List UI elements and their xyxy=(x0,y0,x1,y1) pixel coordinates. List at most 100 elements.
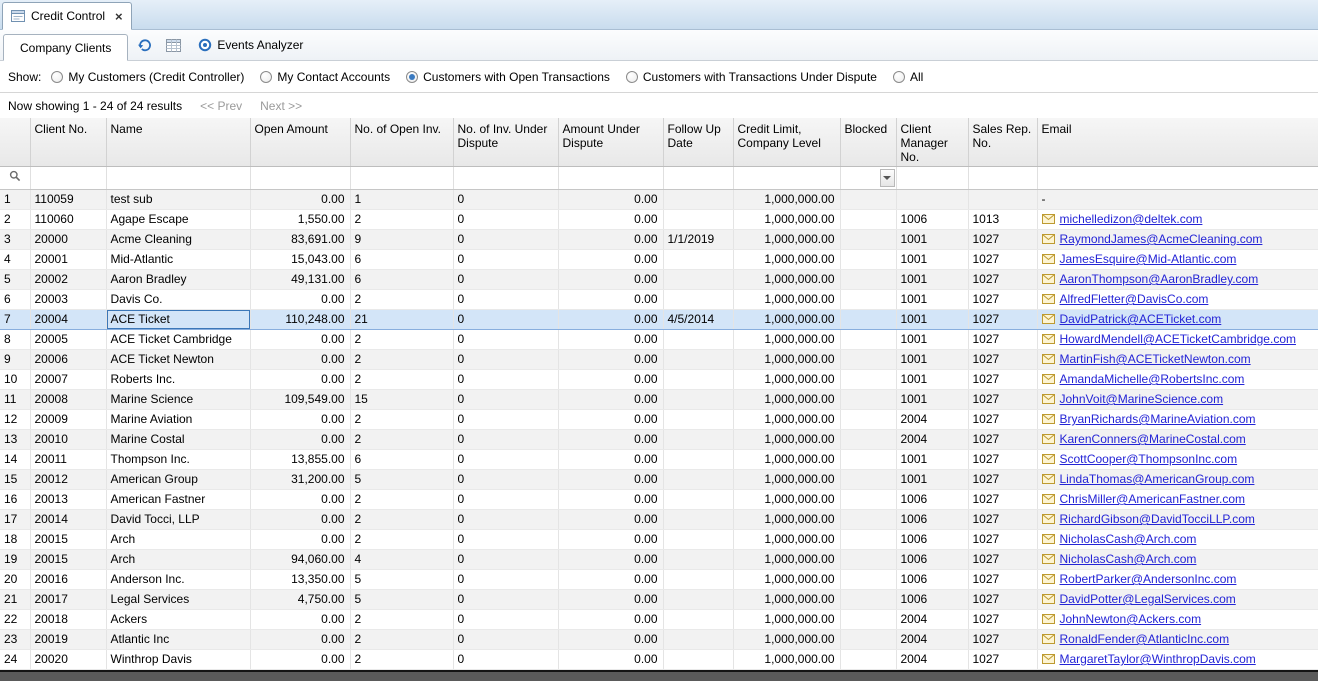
col-header-email[interactable]: Email xyxy=(1037,118,1318,166)
table-row[interactable]: 4 20001 Mid-Atlantic 15,043.00 6 0 0.00 … xyxy=(0,249,1318,269)
filter-inv-under-dispute[interactable] xyxy=(453,166,558,189)
cell-amount-under-dispute: 0.00 xyxy=(558,649,663,669)
email-link[interactable]: NicholasCash@Arch.com xyxy=(1060,552,1197,566)
table-row[interactable]: 17 20014 David Tocci, LLP 0.00 2 0 0.00 … xyxy=(0,509,1318,529)
col-header-client-manager-no[interactable]: Client Manager No. xyxy=(896,118,968,166)
envelope-icon xyxy=(1042,254,1055,264)
prev-link[interactable]: << Prev xyxy=(200,99,242,113)
col-header-credit-limit[interactable]: Credit Limit, Company Level xyxy=(733,118,840,166)
email-link[interactable]: michelledizon@deltek.com xyxy=(1060,212,1203,226)
filter-follow-up-date[interactable] xyxy=(663,166,733,189)
table-row[interactable]: 23 20019 Atlantic Inc 0.00 2 0 0.00 1,00… xyxy=(0,629,1318,649)
cell-open-amount: 0.00 xyxy=(250,529,350,549)
filter-blocked-dropdown[interactable] xyxy=(840,166,896,189)
email-link[interactable]: JohnVoit@MarineScience.com xyxy=(1060,392,1224,406)
email-link[interactable]: AlfredFletter@DavisCo.com xyxy=(1060,292,1209,306)
email-link[interactable]: RichardGibson@DavidTocciLLP.com xyxy=(1060,512,1255,526)
table-row[interactable]: 19 20015 Arch 94,060.00 4 0 0.00 1,000,0… xyxy=(0,549,1318,569)
table-row[interactable]: 13 20010 Marine Costal 0.00 2 0 0.00 1,0… xyxy=(0,429,1318,449)
grid-view-button[interactable] xyxy=(162,34,184,56)
table-row[interactable]: 11 20008 Marine Science 109,549.00 15 0 … xyxy=(0,389,1318,409)
table-row[interactable]: 1 110059 test sub 0.00 1 0 0.00 1,000,00… xyxy=(0,189,1318,209)
cell-follow-up-date xyxy=(663,209,733,229)
radio-option-3[interactable]: Customers with Transactions Under Disput… xyxy=(626,70,877,84)
table-row[interactable]: 21 20017 Legal Services 4,750.00 5 0 0.0… xyxy=(0,589,1318,609)
filter-client-no[interactable] xyxy=(30,166,106,189)
events-analyzer-label: Events Analyzer xyxy=(217,38,303,52)
filter-name[interactable] xyxy=(106,166,250,189)
cell-name: Thompson Inc. xyxy=(106,449,250,469)
email-link[interactable]: - xyxy=(1042,192,1046,206)
col-header-client-no[interactable]: Client No. xyxy=(30,118,106,166)
table-row[interactable]: 18 20015 Arch 0.00 2 0 0.00 1,000,000.00… xyxy=(0,529,1318,549)
email-link[interactable]: NicholasCash@Arch.com xyxy=(1060,532,1197,546)
email-link[interactable]: AmandaMichelle@RobertsInc.com xyxy=(1060,372,1245,386)
tab-company-clients[interactable]: Company Clients xyxy=(3,34,128,61)
table-row[interactable]: 24 20020 Winthrop Davis 0.00 2 0 0.00 1,… xyxy=(0,649,1318,669)
table-row[interactable]: 15 20012 American Group 31,200.00 5 0 0.… xyxy=(0,469,1318,489)
email-link[interactable]: HowardMendell@ACETicketCambridge.com xyxy=(1060,332,1296,346)
col-header-amount-under-dispute[interactable]: Amount Under Dispute xyxy=(558,118,663,166)
email-link[interactable]: BryanRichards@MarineAviation.com xyxy=(1060,412,1256,426)
filter-amount-under-dispute[interactable] xyxy=(558,166,663,189)
filter-credit-limit[interactable] xyxy=(733,166,840,189)
filter-sales-rep-no[interactable] xyxy=(968,166,1037,189)
table-row[interactable]: 7 20004 ACE Ticket 110,248.00 21 0 0.00 … xyxy=(0,309,1318,329)
col-header-blocked[interactable]: Blocked xyxy=(840,118,896,166)
email-link[interactable]: RaymondJames@AcmeCleaning.com xyxy=(1060,232,1263,246)
radio-option-0[interactable]: My Customers (Credit Controller) xyxy=(51,70,244,84)
cell-sales-rep-no: 1027 xyxy=(968,529,1037,549)
radio-option-1[interactable]: My Contact Accounts xyxy=(260,70,390,84)
email-link[interactable]: DavidPatrick@ACETicket.com xyxy=(1060,312,1222,326)
filter-email[interactable] xyxy=(1037,166,1318,189)
table-row[interactable]: 16 20013 American Fastner 0.00 2 0 0.00 … xyxy=(0,489,1318,509)
cell-sales-rep-no: 1027 xyxy=(968,369,1037,389)
cell-sales-rep-no: 1027 xyxy=(968,609,1037,629)
col-header-inv-under-dispute[interactable]: No. of Inv. Under Dispute xyxy=(453,118,558,166)
events-analyzer-button[interactable]: Events Analyzer xyxy=(192,36,309,54)
email-link[interactable]: KarenConners@MarineCostal.com xyxy=(1060,432,1246,446)
email-link[interactable]: ScottCooper@ThompsonInc.com xyxy=(1060,452,1238,466)
cell-open-inv: 6 xyxy=(350,269,453,289)
refresh-button[interactable] xyxy=(134,34,156,56)
search-button[interactable] xyxy=(0,166,30,189)
table-row[interactable]: 5 20002 Aaron Bradley 49,131.00 6 0 0.00… xyxy=(0,269,1318,289)
tab-credit-control[interactable]: Credit Control × xyxy=(2,2,132,30)
email-link[interactable]: DavidPotter@LegalServices.com xyxy=(1060,592,1236,606)
table-row[interactable]: 3 20000 Acme Cleaning 83,691.00 9 0 0.00… xyxy=(0,229,1318,249)
table-row[interactable]: 8 20005 ACE Ticket Cambridge 0.00 2 0 0.… xyxy=(0,329,1318,349)
table-row[interactable]: 22 20018 Ackers 0.00 2 0 0.00 1,000,000.… xyxy=(0,609,1318,629)
filter-open-amount[interactable] xyxy=(250,166,350,189)
blocked-dropdown-button[interactable] xyxy=(880,169,895,187)
col-header-name[interactable]: Name xyxy=(106,118,250,166)
filter-open-inv[interactable] xyxy=(350,166,453,189)
email-link[interactable]: JamesEsquire@Mid-Atlantic.com xyxy=(1060,252,1237,266)
email-link[interactable]: JohnNewton@Ackers.com xyxy=(1060,612,1202,626)
cell-name: Agape Escape xyxy=(106,209,250,229)
col-header-open-inv[interactable]: No. of Open Inv. xyxy=(350,118,453,166)
col-header-follow-up-date[interactable]: Follow Up Date xyxy=(663,118,733,166)
email-link[interactable]: RonaldFender@AtlanticInc.com xyxy=(1060,632,1230,646)
email-link[interactable]: RobertParker@AndersonInc.com xyxy=(1060,572,1237,586)
table-row[interactable]: 6 20003 Davis Co. 0.00 2 0 0.00 1,000,00… xyxy=(0,289,1318,309)
table-row[interactable]: 14 20011 Thompson Inc. 13,855.00 6 0 0.0… xyxy=(0,449,1318,469)
cell-credit-limit: 1,000,000.00 xyxy=(733,529,840,549)
radio-option-4[interactable]: All xyxy=(893,70,923,84)
col-header-open-amount[interactable]: Open Amount xyxy=(250,118,350,166)
email-link[interactable]: MartinFish@ACETicketNewton.com xyxy=(1060,352,1251,366)
table-row[interactable]: 2 110060 Agape Escape 1,550.00 2 0 0.00 … xyxy=(0,209,1318,229)
table-row[interactable]: 10 20007 Roberts Inc. 0.00 2 0 0.00 1,00… xyxy=(0,369,1318,389)
col-header-sales-rep-no[interactable]: Sales Rep. No. xyxy=(968,118,1037,166)
table-row[interactable]: 12 20009 Marine Aviation 0.00 2 0 0.00 1… xyxy=(0,409,1318,429)
table-row[interactable]: 9 20006 ACE Ticket Newton 0.00 2 0 0.00 … xyxy=(0,349,1318,369)
filter-client-manager-no[interactable] xyxy=(896,166,968,189)
email-link[interactable]: AaronThompson@AaronBradley.com xyxy=(1060,272,1259,286)
cell-row-number: 17 xyxy=(0,509,30,529)
close-icon[interactable]: × xyxy=(115,10,123,23)
email-link[interactable]: ChrisMiller@AmericanFastner.com xyxy=(1060,492,1246,506)
next-link[interactable]: Next >> xyxy=(260,99,302,113)
table-row[interactable]: 20 20016 Anderson Inc. 13,350.00 5 0 0.0… xyxy=(0,569,1318,589)
email-link[interactable]: MargaretTaylor@WinthropDavis.com xyxy=(1060,652,1256,666)
radio-option-2[interactable]: Customers with Open Transactions xyxy=(406,70,610,84)
email-link[interactable]: LindaThomas@AmericanGroup.com xyxy=(1060,472,1255,486)
